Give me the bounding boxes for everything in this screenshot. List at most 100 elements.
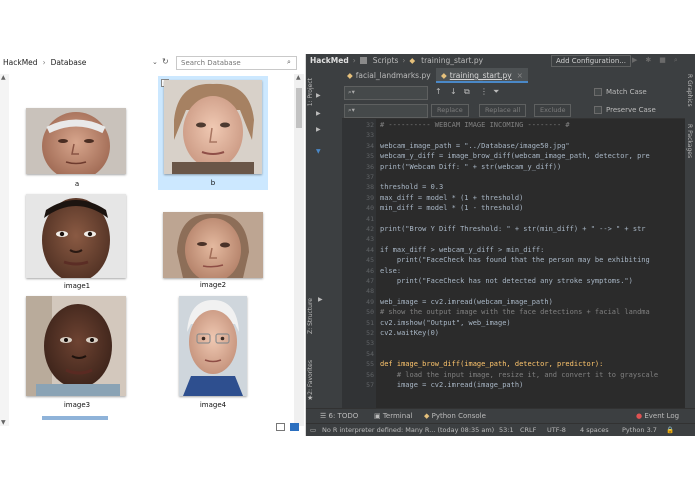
project-tree-collapsed: ▶ ▶ ▶ ▼ ▶: [316, 68, 342, 408]
scroll-up-icon[interactable]: ▲: [296, 74, 301, 81]
status-message[interactable]: No R interpreter defined: Many R... (tod…: [322, 426, 494, 434]
code-line[interactable]: print("Brow Y Diff Threshold: " + str(mi…: [380, 225, 646, 233]
expand-icon[interactable]: ▶: [316, 110, 321, 117]
code-line[interactable]: webcam_y_diff = image_brow_diff(webcam_i…: [380, 152, 650, 160]
code-line[interactable]: print("FaceCheck has found that the pers…: [380, 256, 650, 264]
code-line[interactable]: min_diff = model * (1 - threshold): [380, 204, 523, 212]
code-line[interactable]: # ---------- WEBCAM IMAGE INCOMING -----…: [380, 121, 570, 129]
add-configuration-button[interactable]: Add Configuration...: [551, 55, 631, 67]
terminal-tab[interactable]: ▣ Terminal: [374, 412, 412, 420]
code-editor[interactable]: # ---------- WEBCAM IMAGE INCOMING -----…: [376, 119, 685, 408]
star-icon[interactable]: ★: [307, 394, 313, 402]
image-tile-image1[interactable]: image1: [20, 192, 134, 292]
code-line[interactable]: # show the output image with the face de…: [380, 308, 650, 316]
code-line[interactable]: # load the input image, resize it, and c…: [380, 371, 658, 379]
large-icons-view-icon[interactable]: [290, 423, 299, 431]
breadcrumb-database[interactable]: Database: [51, 58, 87, 67]
run-icon[interactable]: ▶: [632, 56, 637, 65]
tab-facial-landmarks[interactable]: ◆facial_landmarks.py×: [342, 68, 447, 83]
match-case-option[interactable]: Match Case: [594, 88, 647, 96]
refresh-icon[interactable]: ↻: [162, 57, 169, 66]
breadcrumb[interactable]: HackMed › Scripts › ◆ training_start.py: [310, 56, 483, 65]
line-separator[interactable]: CRLF: [520, 426, 536, 434]
code-line[interactable]: print("Webcam Diff: " + str(webcam_y_dif…: [380, 163, 561, 171]
event-log-tab[interactable]: ● Event Log: [636, 412, 679, 420]
filter-icon[interactable]: ⏷: [493, 87, 499, 97]
exclude-button[interactable]: Exclude: [534, 104, 572, 117]
search-icon[interactable]: ⌕: [674, 56, 678, 65]
code-line[interactable]: print("FaceCheck has not detected any st…: [380, 277, 633, 285]
image-tile-b[interactable]: b: [158, 76, 268, 190]
expand-icon[interactable]: ▶: [316, 126, 321, 133]
arrow-up-icon[interactable]: ↑: [435, 87, 442, 96]
stop-icon[interactable]: ■: [659, 56, 666, 65]
chevron-down-icon[interactable]: ⌄: [152, 58, 158, 66]
search-icon[interactable]: ⌕: [287, 58, 291, 67]
image-tile-image3[interactable]: image3: [20, 292, 134, 414]
close-icon[interactable]: ×: [517, 71, 523, 80]
select-all-icon[interactable]: ⧉: [464, 87, 470, 97]
breadcrumb[interactable]: HackMed › Database: [3, 58, 86, 67]
breadcrumb-file[interactable]: training_start.py: [421, 56, 483, 65]
line-number: 45: [366, 256, 374, 265]
layout-icon[interactable]: ▭: [310, 426, 316, 434]
image-tile-a[interactable]: a: [20, 100, 134, 192]
todo-tab[interactable]: ☰ 6: TODO: [320, 412, 358, 420]
preserve-case-checkbox[interactable]: [594, 106, 602, 114]
collapse-icon[interactable]: ▼: [316, 148, 321, 155]
scrollbar-thumb[interactable]: [296, 88, 302, 128]
lock-icon[interactable]: 🔒: [666, 426, 674, 434]
code-line[interactable]: cv2.imshow("Output", web_image): [380, 319, 511, 327]
code-line[interactable]: if max_diff > webcam_y_diff > min_diff:: [380, 246, 544, 254]
python-interpreter[interactable]: Python 3.7: [622, 426, 657, 434]
file-explorer: HackMed › Database ⌄ ↻ ⌕ ▲ ▼ ▲: [0, 54, 306, 436]
r-graphics-panel-tab[interactable]: R Graphics: [686, 74, 693, 107]
replace-input[interactable]: ⌕▾: [344, 104, 428, 118]
favorites-panel-tab[interactable]: 2: Favorites: [307, 360, 314, 395]
search-input[interactable]: [176, 56, 297, 70]
breadcrumb-project[interactable]: HackMed: [310, 56, 349, 65]
line-number: 39: [366, 193, 374, 202]
match-case-checkbox[interactable]: [594, 88, 602, 96]
left-scrollbar[interactable]: ▲ ▼: [0, 74, 9, 426]
find-input[interactable]: ⌕▾: [344, 86, 428, 100]
scroll-up-icon[interactable]: ▲: [1, 74, 6, 81]
expand-icon[interactable]: ▶: [316, 92, 321, 99]
structure-panel-tab[interactable]: Z: Structure: [307, 298, 314, 334]
line-number: 49: [366, 297, 374, 306]
replace-button[interactable]: Replace: [431, 104, 469, 117]
terminal-icon: ▣: [374, 412, 383, 420]
line-number: 41: [366, 214, 374, 223]
project-panel-tab[interactable]: 1: Project: [307, 78, 314, 106]
right-scrollbar[interactable]: ▲: [294, 74, 304, 426]
code-line[interactable]: threshold = 0.3: [380, 183, 443, 191]
line-number: 46: [366, 266, 374, 275]
image-tile-image4[interactable]: image4: [158, 292, 268, 414]
line-number: 56: [366, 370, 374, 379]
preserve-case-option[interactable]: Preserve Case: [594, 106, 656, 114]
breadcrumb-hackmed[interactable]: HackMed: [3, 58, 38, 67]
image-tile-image2[interactable]: image2: [158, 206, 268, 292]
debug-icon[interactable]: ✱: [645, 56, 651, 65]
code-line[interactable]: image = cv2.imread(image_path): [380, 381, 523, 389]
arrow-down-icon[interactable]: ↓: [450, 87, 457, 96]
code-line[interactable]: web_image = cv2.imread(webcam_image_path…: [380, 298, 553, 306]
code-line[interactable]: webcam_image_path = "../Database/image50…: [380, 142, 570, 150]
indent-setting[interactable]: 4 spaces: [580, 426, 609, 434]
details-view-icon[interactable]: [276, 423, 285, 431]
r-packages-panel-tab[interactable]: R Packages: [686, 124, 693, 158]
code-line[interactable]: max_diff = model * (1 + threshold): [380, 194, 523, 202]
code-line[interactable]: cv2.waitKey(0): [380, 329, 439, 337]
breadcrumb-folder[interactable]: Scripts: [373, 56, 399, 65]
line-number: 35: [366, 152, 374, 161]
caret-position[interactable]: 53:1: [499, 426, 514, 434]
tab-training-start[interactable]: ◆ training_start.py ×: [436, 68, 528, 83]
multi-select-icon[interactable]: ⋮: [480, 87, 488, 96]
search-icon: ⌕▾: [348, 88, 355, 96]
expand-icon[interactable]: ▶: [318, 296, 323, 303]
replace-all-button[interactable]: Replace all: [479, 104, 527, 117]
code-line[interactable]: def image_brow_diff(image_path, detector…: [380, 360, 603, 368]
python-console-tab[interactable]: ◆ Python Console: [424, 412, 486, 420]
file-encoding[interactable]: UTF-8: [547, 426, 566, 434]
code-line[interactable]: else:: [380, 267, 401, 275]
